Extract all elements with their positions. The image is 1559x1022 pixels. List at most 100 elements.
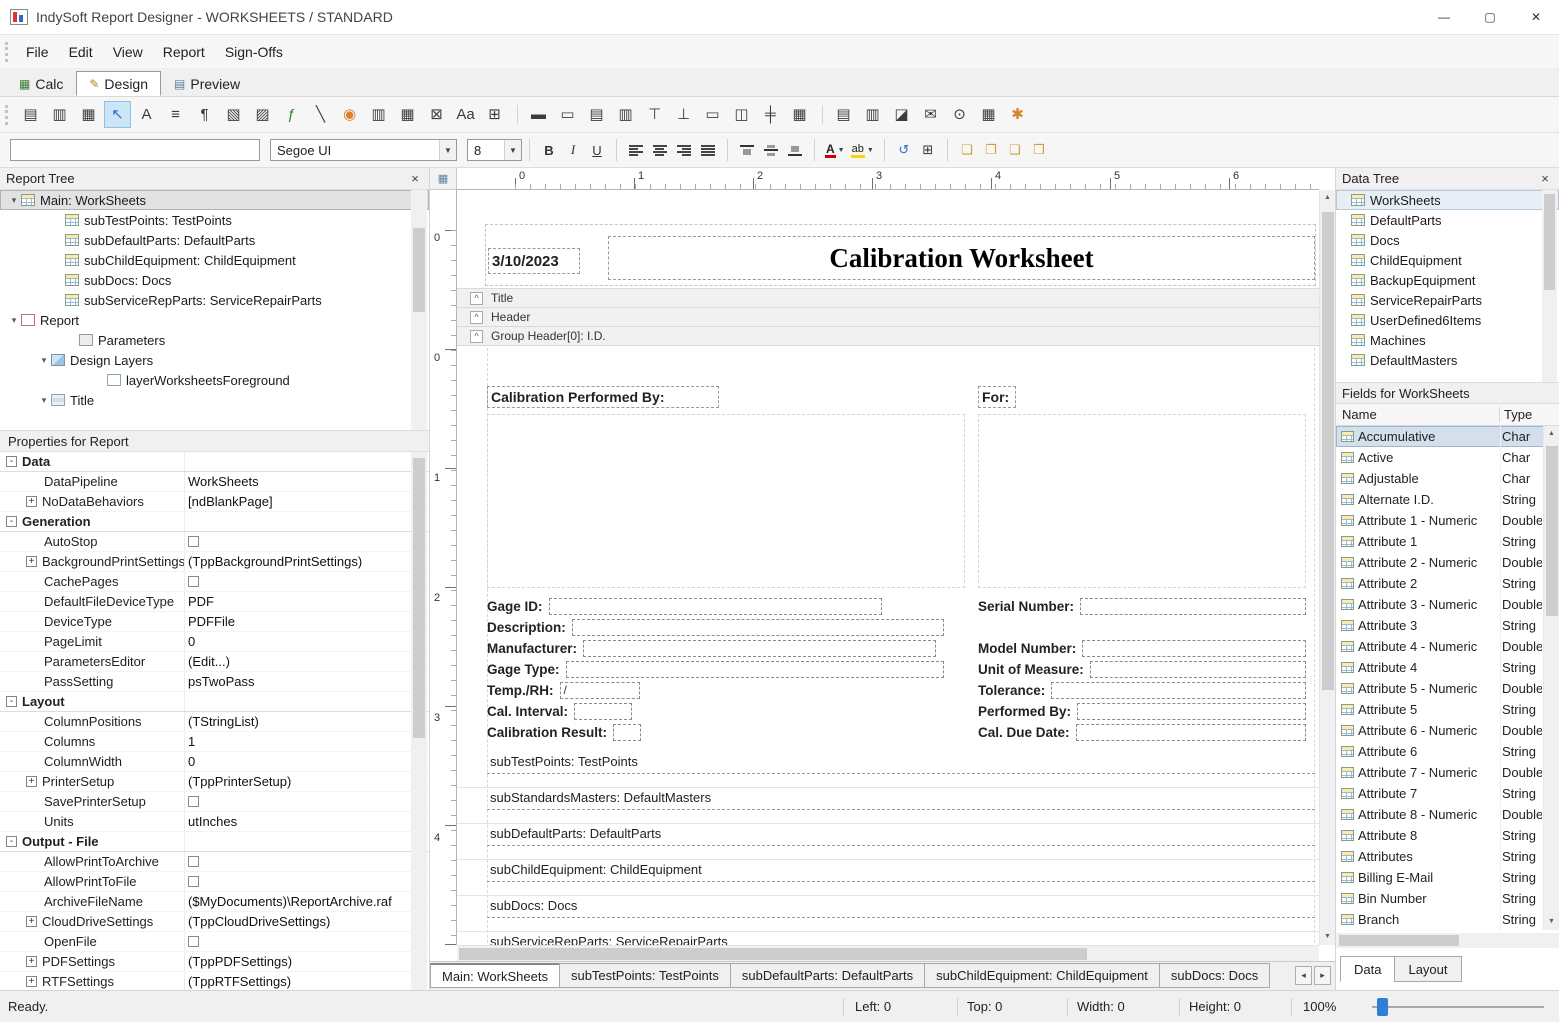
property-row[interactable]: CachePages xyxy=(0,572,429,592)
menu-item[interactable]: View xyxy=(103,40,153,64)
checkbox-icon[interactable] xyxy=(188,856,199,867)
close-icon[interactable]: × xyxy=(1537,171,1553,186)
field-list-item[interactable]: Attribute 7 - Numeric Double xyxy=(1336,762,1559,783)
field-list-item[interactable]: Attribute 5 - Numeric Double xyxy=(1336,678,1559,699)
property-row[interactable]: ParametersEditor (Edit...) xyxy=(0,652,429,672)
report-part-tab[interactable]: subTestPoints: TestPoints xyxy=(559,963,731,988)
page-break-icon[interactable]: ╪ xyxy=(757,101,784,128)
expand-box-icon[interactable]: - xyxy=(6,696,17,707)
property-value[interactable]: PDF xyxy=(184,594,214,609)
data-tree-item[interactable]: DefaultMasters xyxy=(1336,350,1559,370)
panel-tab[interactable]: Layout xyxy=(1394,956,1461,982)
mode-tab[interactable]: ▤ Preview xyxy=(161,71,253,96)
field-list-item[interactable]: Billing E-Mail String xyxy=(1336,867,1559,888)
group-footer-band-icon[interactable]: ⊥ xyxy=(670,101,697,128)
property-row[interactable]: ColumnWidth 0 xyxy=(0,752,429,772)
expand-box-icon[interactable]: + xyxy=(26,556,37,567)
property-row[interactable]: AllowPrintToFile xyxy=(0,872,429,892)
close-icon[interactable]: × xyxy=(407,171,423,186)
for-label-field[interactable]: For: xyxy=(978,386,1016,408)
chevron-down-icon[interactable]: ▼ xyxy=(504,140,521,160)
property-row[interactable]: - Output - File xyxy=(0,832,429,852)
property-row[interactable]: PageLimit 0 xyxy=(0,632,429,652)
field-value-box[interactable]: / xyxy=(560,682,640,699)
report-date-field[interactable]: 3/10/2023 xyxy=(488,248,580,274)
property-value[interactable]: (TppCloudDriveSettings) xyxy=(184,914,330,929)
field-value-box[interactable] xyxy=(583,640,936,657)
subreport-band[interactable]: subStandardsMasters: DefaultMasters xyxy=(457,788,1319,824)
field-list-item[interactable]: Attribute 4 String xyxy=(1336,657,1559,678)
data-tree-item[interactable]: Docs xyxy=(1336,230,1559,250)
property-row[interactable]: - Layout xyxy=(0,692,429,712)
field-list-item[interactable]: Attribute 6 - Numeric Double xyxy=(1336,720,1559,741)
report-tree-item[interactable]: ▾ Title xyxy=(0,390,429,410)
property-value[interactable] xyxy=(184,876,203,887)
data-tree-item[interactable]: UserDefined6Items xyxy=(1336,310,1559,330)
font-color-button[interactable]: A ▼ xyxy=(822,138,848,162)
data-tree-item[interactable]: DefaultParts xyxy=(1336,210,1559,230)
field-value-box[interactable] xyxy=(1077,703,1306,720)
property-row[interactable]: + PDFSettings (TppPDFSettings) xyxy=(0,952,429,972)
memo-tool-icon[interactable]: ≡ xyxy=(162,101,189,128)
property-value[interactable]: [ndBlankPage] xyxy=(184,494,273,509)
maximize-button[interactable]: ▢ xyxy=(1467,0,1513,34)
property-value[interactable] xyxy=(184,856,203,867)
checkbox-icon[interactable] xyxy=(188,576,199,587)
property-row[interactable]: - Generation xyxy=(0,512,429,532)
chevron-down-icon[interactable]: ▼ xyxy=(439,140,456,160)
report-tree-item[interactable]: subServiceRepParts: ServiceRepairParts xyxy=(0,290,429,310)
field-list-item[interactable]: Attribute 1 - Numeric Double xyxy=(1336,510,1559,531)
font-family-select[interactable]: Segoe UI ▼ xyxy=(270,139,457,161)
data-grid-icon[interactable]: ▦ xyxy=(975,101,1002,128)
band-divider[interactable]: ^ Header xyxy=(457,307,1319,327)
data-workspace-icon[interactable]: ▤ xyxy=(17,101,44,128)
tab-scroll-left-icon[interactable]: ◂ xyxy=(1295,966,1312,985)
field-list-item[interactable]: Attribute 2 String xyxy=(1336,573,1559,594)
property-row[interactable]: + PrinterSetup (TppPrinterSetup) xyxy=(0,772,429,792)
data-tree-item[interactable]: ServiceRepairParts xyxy=(1336,290,1559,310)
property-row[interactable]: DefaultFileDeviceType PDF xyxy=(0,592,429,612)
field-value-box[interactable] xyxy=(1076,724,1306,741)
property-row[interactable]: SavePrinterSetup xyxy=(0,792,429,812)
report-part-tab[interactable]: subDefaultParts: DefaultParts xyxy=(730,963,925,988)
report-outline-icon[interactable]: ▤ xyxy=(830,101,857,128)
report-tree-scrollbar[interactable] xyxy=(411,190,427,430)
mode-tab[interactable]: ▦ Calc xyxy=(6,71,76,96)
field-list-item[interactable]: Branch String xyxy=(1336,909,1559,930)
field-list-item[interactable]: Attribute 6 String xyxy=(1336,741,1559,762)
richtext-tool-icon[interactable]: ¶ xyxy=(191,101,218,128)
property-row[interactable]: ArchiveFileName ($MyDocuments)\ReportArc… xyxy=(0,892,429,912)
property-row[interactable]: - Data xyxy=(0,452,429,472)
property-row[interactable]: AutoStop xyxy=(0,532,429,552)
band-divider[interactable]: ^ Title xyxy=(457,288,1319,308)
band-outline-icon[interactable]: ▥ xyxy=(46,101,73,128)
send-backward-button[interactable]: ❒ xyxy=(1027,138,1051,162)
field-list-item[interactable]: Attribute 1 String xyxy=(1336,531,1559,552)
field-label[interactable]: Cal. Interval: xyxy=(487,704,568,719)
property-value[interactable] xyxy=(184,576,203,587)
fields-horizontal-scrollbar[interactable] xyxy=(1336,933,1559,948)
expand-box-icon[interactable]: - xyxy=(6,836,17,847)
border-grid-button[interactable]: ⊞ xyxy=(916,138,940,162)
field-list-item[interactable]: Attribute 3 String xyxy=(1336,615,1559,636)
field-list-item[interactable]: Bin Number String xyxy=(1336,888,1559,909)
object-name-input[interactable] xyxy=(10,139,260,161)
property-value[interactable] xyxy=(184,536,203,547)
fontmaster-tool-icon[interactable]: Aa xyxy=(452,101,479,128)
expand-box-icon[interactable]: + xyxy=(26,776,37,787)
align-center-button[interactable] xyxy=(648,138,672,162)
field-value-box[interactable] xyxy=(1080,598,1306,615)
subreport-band[interactable]: subServiceRepParts: ServiceRepairParts xyxy=(457,932,1319,945)
highlight-color-button[interactable]: ab ▼ xyxy=(848,138,877,162)
performed-by-label-field[interactable]: Calibration Performed By: xyxy=(487,386,719,408)
rotate-button[interactable]: ↺ xyxy=(892,138,916,162)
column-header-name[interactable]: Name xyxy=(1336,407,1500,422)
property-row[interactable]: PassSetting psTwoPass xyxy=(0,672,429,692)
expand-box-icon[interactable]: - xyxy=(6,516,17,527)
fields-scrollbar[interactable]: ▲▼ xyxy=(1543,426,1559,930)
checkbox-icon[interactable] xyxy=(188,876,199,887)
detail-band-icon[interactable]: ▭ xyxy=(699,101,726,128)
expand-box-icon[interactable]: + xyxy=(26,976,37,987)
font-size-select[interactable]: 8 ▼ xyxy=(467,139,522,161)
barcode2d-tool-icon[interactable]: ▦ xyxy=(394,101,421,128)
